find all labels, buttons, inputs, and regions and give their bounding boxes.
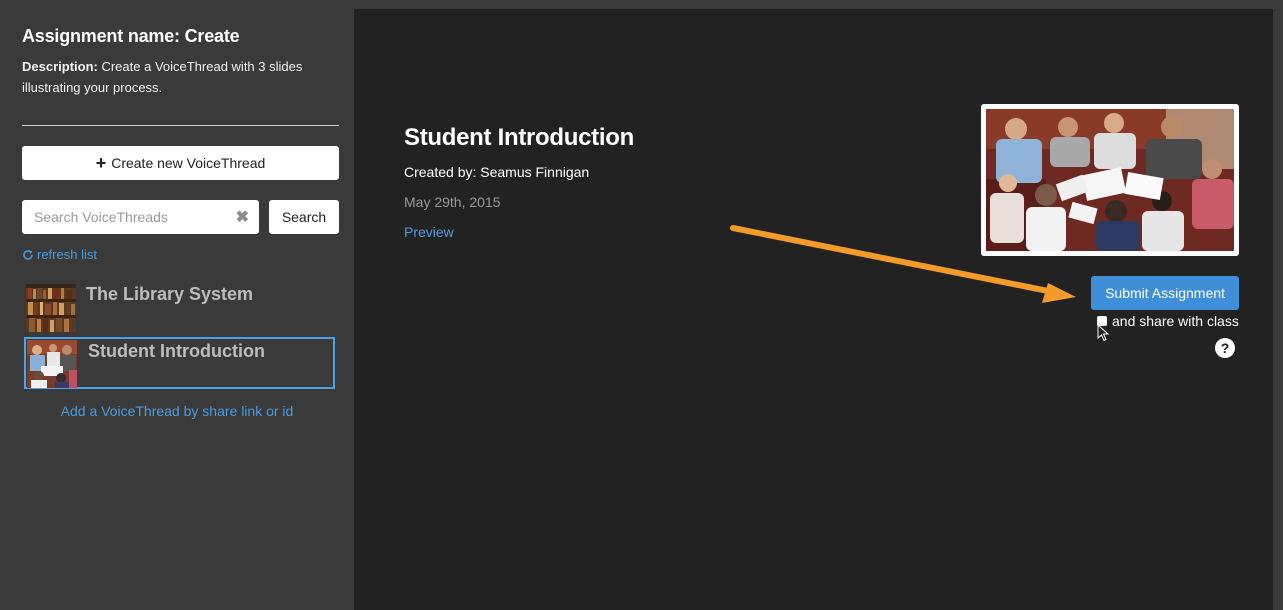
students-thumbnail (27, 340, 77, 388)
create-voicethread-button[interactable]: + Create new VoiceThread (22, 146, 339, 180)
search-box: ✖ (22, 200, 259, 234)
search-button[interactable]: Search (269, 200, 339, 234)
description-label: Description: (22, 59, 98, 74)
voicethread-title: Student Introduction (404, 124, 634, 151)
submit-assignment-button[interactable]: Submit Assignment (1091, 276, 1239, 310)
help-icon[interactable]: ? (1215, 338, 1235, 358)
refresh-icon (23, 249, 33, 260)
create-button-label: Create new VoiceThread (111, 155, 266, 171)
students-discussion-photo (986, 109, 1234, 251)
right-edge (1273, 9, 1283, 610)
mouse-cursor-icon (1097, 324, 1110, 342)
sidebar-divider (22, 125, 339, 126)
assignment-title: Assignment name: Create (22, 26, 240, 46)
share-with-class-label: and share with class (1112, 313, 1239, 329)
clear-x-icon[interactable]: ✖ (236, 207, 249, 227)
preview-link[interactable]: Preview (404, 224, 454, 240)
created-by: Created by: Seamus Finnigan (404, 164, 590, 180)
cover-image (981, 104, 1239, 256)
voicethread-item-student-introduction[interactable]: Student Introduction (24, 337, 335, 389)
voicethread-item-label: Student Introduction (88, 341, 265, 361)
add-by-share-link[interactable]: Add a VoiceThread by share link or id (0, 403, 354, 419)
refresh-list-link[interactable]: refresh list (22, 247, 97, 262)
created-date: May 29th, 2015 (404, 194, 501, 210)
search-input[interactable] (22, 200, 239, 234)
library-thumbnail (26, 284, 76, 332)
voicethread-item-label: The Library System (86, 284, 254, 304)
share-with-class-option: and share with class (1097, 313, 1239, 329)
top-bar (0, 0, 1283, 9)
plus-icon: + (95, 153, 107, 173)
refresh-label: refresh list (37, 247, 97, 262)
voicethread-item-library[interactable]: The Library System (24, 282, 335, 334)
assignment-description: Description: Create a VoiceThread with 3… (22, 56, 342, 98)
